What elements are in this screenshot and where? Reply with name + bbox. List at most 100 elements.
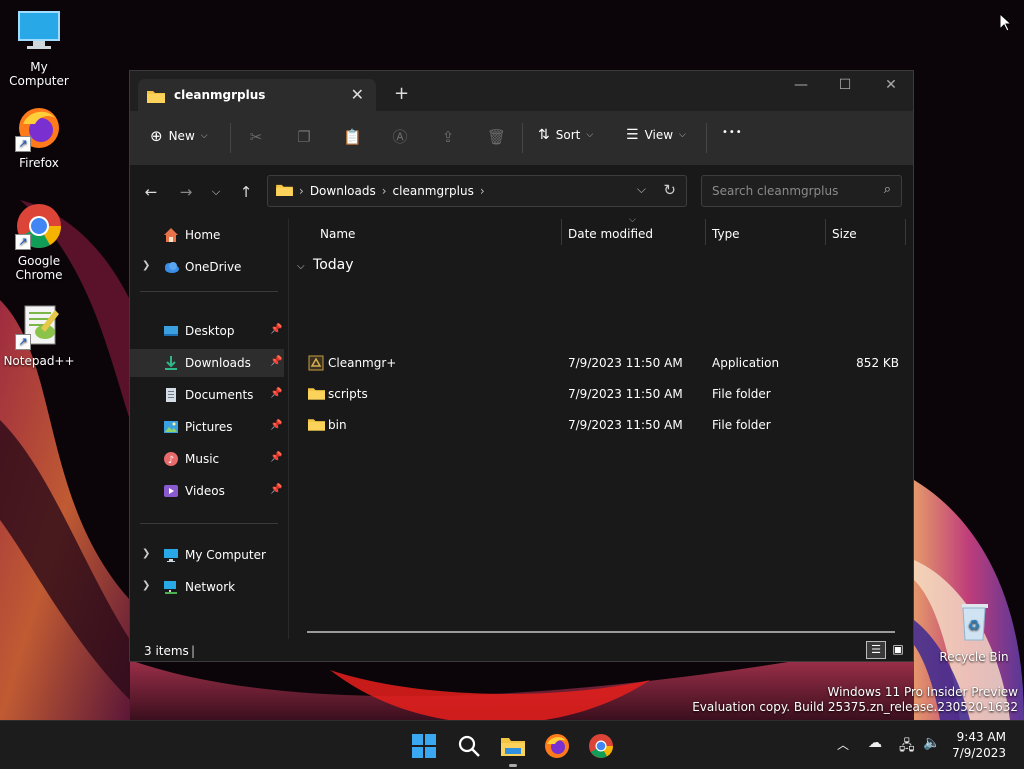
toolbar-separator [522,123,523,153]
desktop-icon-label: Notepad++ [3,354,75,368]
nav-item-label: Home [185,228,221,242]
desktop-icon-label: Firefox [19,156,59,170]
column-separator[interactable] [561,219,562,245]
nav-item-music[interactable]: ♪ Music 📌 [130,445,284,473]
desktop-icon-my-computer[interactable]: My Computer [1,8,77,88]
cut-icon[interactable]: ✂ [247,128,265,146]
nav-item-videos[interactable]: Videos 📌 [130,477,284,505]
nav-item-network[interactable]: ❯ Network [130,573,284,601]
nav-item-label: Downloads [185,356,251,370]
clock[interactable]: 9:43 AM 7/9/2023 [952,729,1006,761]
paste-icon[interactable]: 📋 [343,128,362,146]
tiles-view-icon[interactable]: ▣ [890,641,906,657]
horizontal-scrollbar[interactable] [307,631,895,633]
column-header-type[interactable]: Type [712,227,740,241]
table-row[interactable]: bin 7/9/2023 11:50 AM File folder [289,411,913,439]
column-header-name[interactable]: Name [320,227,355,241]
pin-icon: 📌 [270,484,283,495]
minimize-button[interactable]: — [778,77,824,93]
mouse-cursor-icon [999,12,1013,36]
nav-item-my-computer[interactable]: ❯ My Computer [130,541,284,569]
evaluation-watermark: Windows 11 Pro Insider Preview Evaluatio… [692,685,1018,715]
search-box[interactable]: ⌕ [701,175,902,207]
new-button[interactable]: ⊕ New ⌵ [150,127,208,145]
forward-arrow-icon[interactable]: → [176,183,196,201]
file-date: 7/9/2023 11:50 AM [568,418,683,432]
watermark-line: Evaluation copy. Build 25375.zn_release.… [692,700,1018,714]
chevron-right-icon[interactable]: ❯ [142,548,150,559]
column-separator[interactable] [905,219,906,245]
more-options-button[interactable]: ••• [722,127,743,138]
chrome-icon[interactable] [588,733,614,759]
nav-item-documents[interactable]: Documents 📌 [130,381,284,409]
desktop-icon-google-chrome[interactable]: ↗ Google Chrome [1,202,77,282]
column-separator[interactable] [705,219,706,245]
toolbar-separator [230,123,231,153]
sort-button-label: Sort [555,128,581,142]
back-arrow-icon[interactable]: ← [141,183,161,201]
breadcrumb-downloads[interactable]: Downloads [310,184,376,198]
details-view-icon[interactable]: ☰ [866,641,886,659]
new-tab-button[interactable]: + [394,83,409,104]
copy-icon[interactable]: ❐ [295,128,313,146]
network-disconnected-icon[interactable]: ☁ [868,735,882,751]
nav-item-desktop[interactable]: Desktop 📌 [130,317,284,345]
windows-start-icon[interactable] [411,733,437,759]
column-separator[interactable] [825,219,826,245]
nav-item-pictures[interactable]: Pictures 📌 [130,413,284,441]
chevron-right-icon[interactable]: ❯ [142,260,150,271]
file-type: Application [712,356,780,370]
chevron-down-icon: ⌵ [586,130,594,140]
title-bar: cleanmgrplus ✕ + — ☐ ✕ [130,71,913,111]
new-button-label: New [168,129,195,143]
command-bar: ⊕ New ⌵ ✂ ❐ 📋 Ⓐ ⇪ 🗑 ⇅ Sort ⌵ ☰ View ⌵ ••… [130,111,913,165]
close-tab-button[interactable]: ✕ [351,85,364,104]
network-icon [163,579,179,595]
breadcrumb-cleanmgrplus[interactable]: cleanmgrplus [393,184,474,198]
firefox-icon[interactable] [544,733,570,759]
desktop-icon-firefox[interactable]: ↗ Firefox [1,104,77,170]
share-icon[interactable]: ⇪ [439,128,457,146]
table-row[interactable]: Cleanmgr+ 7/9/2023 11:50 AM Application … [289,349,913,377]
column-header-date-modified[interactable]: Date modified [568,227,653,241]
file-name: scripts [328,387,368,401]
address-bar-row: ← → ⌵ ↑ › Downloads › cleanmgrplus › ⌵ ↻… [130,165,913,219]
group-header-today[interactable]: ⌵ Today [297,257,354,273]
rename-icon[interactable]: Ⓐ [391,128,409,146]
sort-button[interactable]: ⇅ Sort ⌵ [538,127,593,143]
close-window-button[interactable]: ✕ [868,77,914,93]
nav-item-downloads[interactable]: Downloads 📌 [130,349,284,377]
desktop-folder-icon [163,323,179,339]
file-explorer-taskbar-icon[interactable] [500,733,526,759]
table-row[interactable]: scripts 7/9/2023 11:50 AM File folder [289,380,913,408]
nav-item-onedrive[interactable]: ❯ OneDrive [130,253,284,281]
monitor-icon [163,547,179,563]
nav-item-label: Desktop [185,324,235,338]
recent-locations-chevron-icon[interactable]: ⌵ [206,185,226,199]
shortcut-arrow-icon: ↗ [15,334,31,350]
address-dropdown-chevron-icon[interactable]: ⌵ [637,182,646,197]
nav-item-home[interactable]: Home [130,221,284,249]
column-header-size[interactable]: Size [832,227,857,241]
nav-item-label: Network [185,580,236,594]
active-app-indicator [509,764,517,767]
search-icon[interactable] [456,733,482,759]
chevron-down-icon: ⌵ [200,131,208,141]
view-button[interactable]: ☰ View ⌵ [626,127,686,143]
up-arrow-icon[interactable]: ↑ [236,183,256,201]
volume-icon[interactable]: 🔈 [923,735,940,751]
delete-icon[interactable]: 🗑 [487,128,506,146]
maximize-button[interactable]: ☐ [822,77,868,93]
chevron-right-icon[interactable]: ❯ [142,580,150,591]
desktop-icon-notepad-plus-plus[interactable]: ↗ Notepad++ [1,302,77,368]
chevron-up-icon[interactable]: ︿ [837,736,849,753]
tab-cleanmgrplus[interactable]: cleanmgrplus ✕ [138,79,376,111]
refresh-icon[interactable]: ↻ [663,181,676,199]
pin-icon: 📌 [270,420,283,431]
item-count: 3 items [144,644,189,658]
address-bar[interactable]: › Downloads › cleanmgrplus › ⌵ ↻ [267,175,687,207]
network-icon[interactable]: 🖧 [899,735,915,759]
status-bar: 3 items | ☰ ▣ [130,639,913,661]
search-input[interactable] [710,183,874,199]
desktop-icon-recycle-bin[interactable]: ♻ Recycle Bin [936,598,1012,664]
